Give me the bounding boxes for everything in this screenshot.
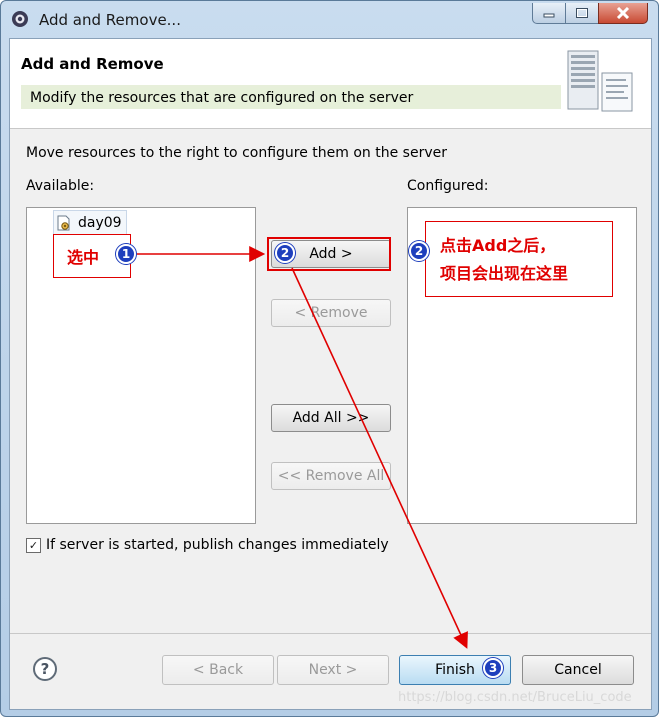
- configured-label: Configured:: [407, 178, 489, 194]
- back-button[interactable]: < Back: [162, 655, 274, 685]
- button-bar-divider: [10, 633, 651, 634]
- banner-description: Modify the resources that are configured…: [30, 88, 420, 109]
- list-item-label: day09: [78, 215, 122, 231]
- step-badge-2-configured: 2: [409, 241, 429, 261]
- step-badge-2-add: 2: [275, 243, 295, 263]
- close-icon: [616, 7, 630, 19]
- close-button[interactable]: [598, 3, 648, 24]
- publish-option[interactable]: ✓ If server is started, publish changes …: [26, 537, 389, 553]
- configured-annotation-line1: 点击Add之后，: [440, 236, 556, 255]
- window-title: Add and Remove...: [39, 11, 181, 29]
- dialog-body: Add and Remove Modify the resources that…: [9, 38, 652, 710]
- title-bar[interactable]: Add and Remove...: [1, 1, 658, 37]
- eclipse-gear-icon: [12, 11, 28, 27]
- server-icon: [567, 50, 633, 112]
- minimize-button[interactable]: [532, 3, 566, 24]
- add-all-button[interactable]: Add All >>: [271, 404, 391, 432]
- watermark: https://blog.csdn.net/BruceLiu_code: [398, 690, 632, 705]
- select-annotation-text: 选中: [67, 248, 100, 267]
- window-controls: [532, 3, 648, 25]
- minimize-icon: [543, 13, 555, 18]
- available-label: Available:: [26, 178, 95, 194]
- wizard-banner: Add and Remove Modify the resources that…: [10, 39, 651, 129]
- step-badge-3: 3: [483, 658, 503, 678]
- list-item-day09[interactable]: day09: [53, 210, 127, 236]
- maximize-button[interactable]: [565, 3, 599, 24]
- configured-annotation-line2: 项目会出现在这里: [440, 264, 569, 283]
- step-badge-1: 1: [116, 244, 136, 264]
- help-icon[interactable]: ?: [33, 657, 57, 681]
- next-button[interactable]: Next >: [277, 655, 389, 685]
- remove-button[interactable]: < Remove: [271, 299, 391, 327]
- dialog-window: Add and Remove... Add and Remove Modify …: [0, 0, 659, 717]
- cancel-button[interactable]: Cancel: [522, 655, 634, 685]
- maximize-icon: [576, 8, 588, 18]
- publish-option-label: If server is started, publish changes im…: [46, 537, 389, 553]
- remove-all-button[interactable]: << Remove All: [271, 462, 391, 490]
- project-icon: [57, 215, 70, 231]
- banner-title: Add and Remove: [21, 55, 164, 73]
- publish-checkbox[interactable]: ✓: [26, 537, 41, 553]
- instruction-text: Move resources to the right to configure…: [26, 145, 447, 161]
